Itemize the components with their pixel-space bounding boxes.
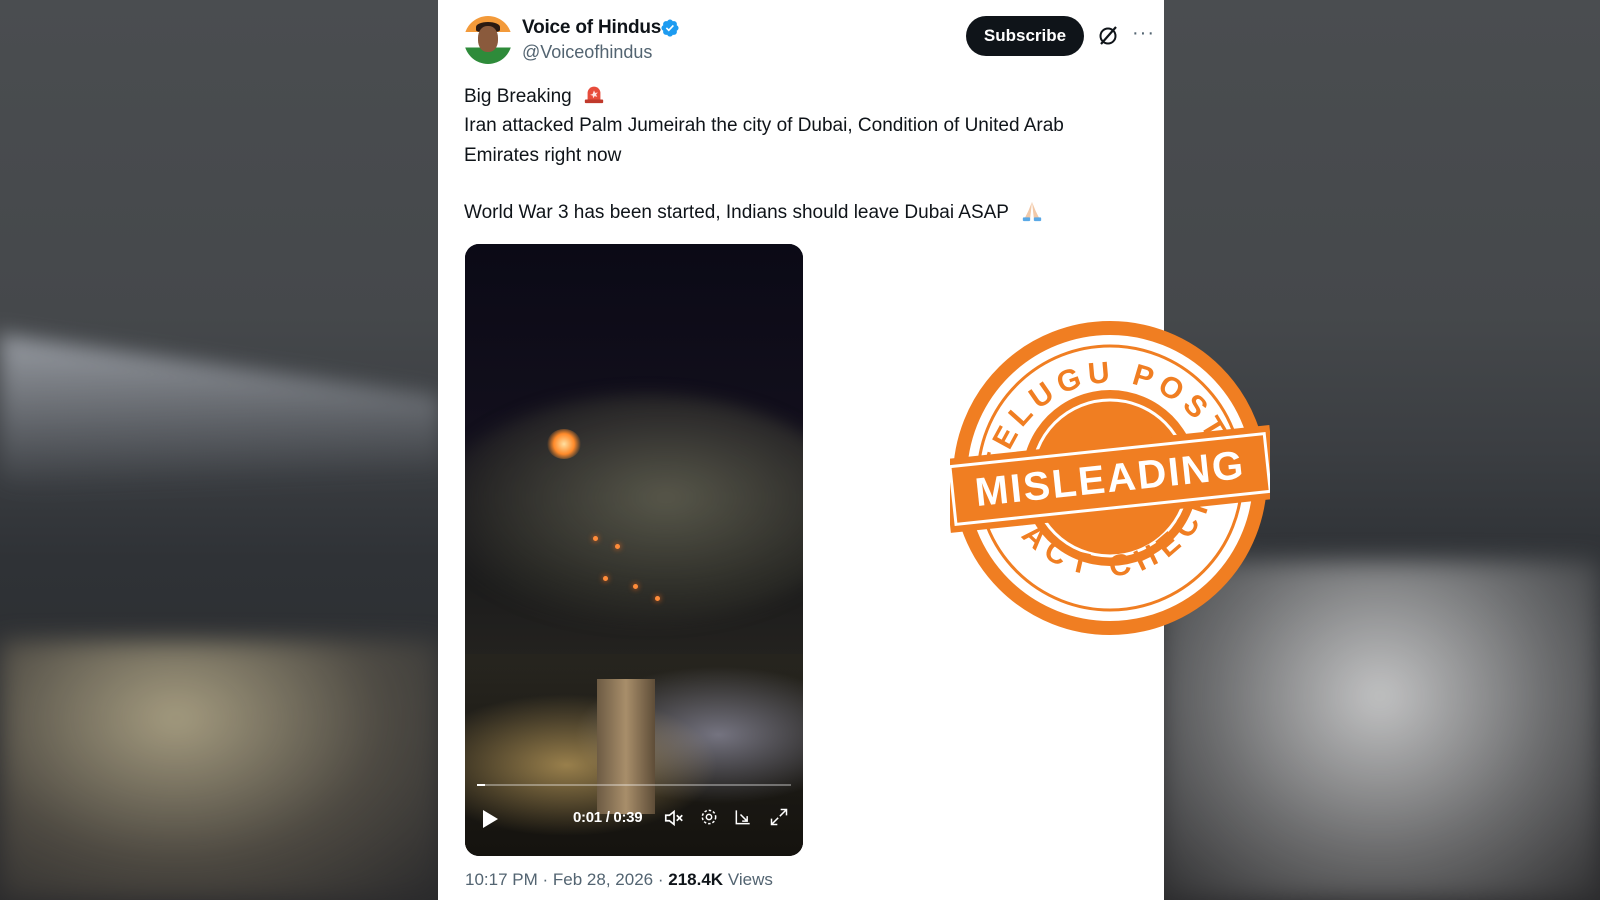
siren-emoji-icon xyxy=(584,86,604,104)
background-bridge-lights xyxy=(0,334,440,546)
fire-glow xyxy=(547,429,581,459)
user-handle[interactable]: @Voiceofhindus xyxy=(522,42,652,63)
tweet-time[interactable]: 10:17 PM xyxy=(465,870,538,889)
video-progress-fill xyxy=(477,784,486,786)
tweet-date[interactable]: Feb 28, 2026 xyxy=(553,870,653,889)
background-city-left xyxy=(0,640,440,900)
subscribe-button[interactable]: Subscribe xyxy=(966,16,1084,56)
muted-volume-icon[interactable] xyxy=(663,807,685,829)
folded-hands-emoji-icon xyxy=(1022,201,1042,222)
more-options-icon[interactable]: ··· xyxy=(1132,22,1155,45)
misleading-fact-check-stamp: TELUGU POST FACT CHECK MISLEADING xyxy=(950,321,1270,635)
play-icon[interactable] xyxy=(481,809,499,829)
video-player[interactable]: 0:01 / 0:39 xyxy=(465,244,803,856)
building xyxy=(597,679,655,814)
display-name[interactable]: Voice of Hindus xyxy=(522,17,661,39)
tweet-text-line-2: Iran attacked Palm Jumeirah the city of … xyxy=(464,115,1064,166)
video-progress-bar[interactable] xyxy=(477,784,791,786)
tweet-text-line-1: Big Breaking xyxy=(464,82,605,112)
tweet-headline: Big Breaking xyxy=(464,86,572,107)
view-count: 218.4K xyxy=(668,870,724,889)
settings-gear-icon[interactable] xyxy=(699,807,719,827)
avatar[interactable] xyxy=(464,16,512,64)
smoke-cloud xyxy=(465,394,803,624)
tweet-call-to-action: World War 3 has been started, Indians sh… xyxy=(464,202,1009,223)
verified-badge-icon xyxy=(661,19,679,37)
views-label: Views xyxy=(727,870,773,889)
grok-icon[interactable] xyxy=(1096,24,1120,48)
video-time: 0:01 / 0:39 xyxy=(573,809,643,826)
tweet-text-line-3: World War 3 has been started, Indians sh… xyxy=(464,198,1044,228)
tweet-meta: 10:17 PM · Feb 28, 2026 · 218.4K Views xyxy=(465,870,773,889)
picture-in-picture-icon[interactable] xyxy=(733,807,753,827)
fullscreen-icon[interactable] xyxy=(769,807,789,827)
video-controls: 0:01 / 0:39 xyxy=(465,799,803,839)
